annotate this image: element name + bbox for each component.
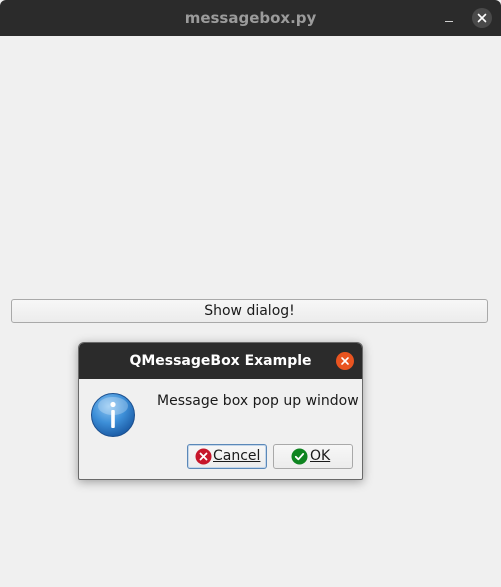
cancel-button[interactable]: Cancel bbox=[187, 444, 267, 469]
window-title: messagebox.py bbox=[184, 9, 317, 27]
show-dialog-button[interactable]: Show dialog! bbox=[11, 299, 488, 323]
ok-button[interactable]: OK bbox=[273, 444, 353, 469]
close-icon[interactable] bbox=[472, 8, 492, 28]
dialog-title: QMessageBox Example bbox=[129, 353, 312, 369]
dialog-close-icon[interactable] bbox=[336, 352, 354, 370]
ok-button-label: OK bbox=[310, 448, 331, 464]
check-icon bbox=[291, 448, 308, 465]
dialog-titlebar[interactable]: QMessageBox Example bbox=[79, 343, 362, 379]
dialog-message: Message box pop up window bbox=[157, 393, 359, 409]
minimize-icon[interactable] bbox=[440, 9, 458, 27]
cancel-button-label: Cancel bbox=[213, 448, 261, 464]
message-box-dialog: QMessageBox Example Message box pop up w… bbox=[78, 342, 363, 480]
information-icon bbox=[90, 392, 136, 438]
main-window: messagebox.py Show dialog! bbox=[0, 0, 501, 587]
cancel-icon bbox=[195, 448, 212, 465]
window-titlebar[interactable]: messagebox.py bbox=[0, 0, 501, 36]
